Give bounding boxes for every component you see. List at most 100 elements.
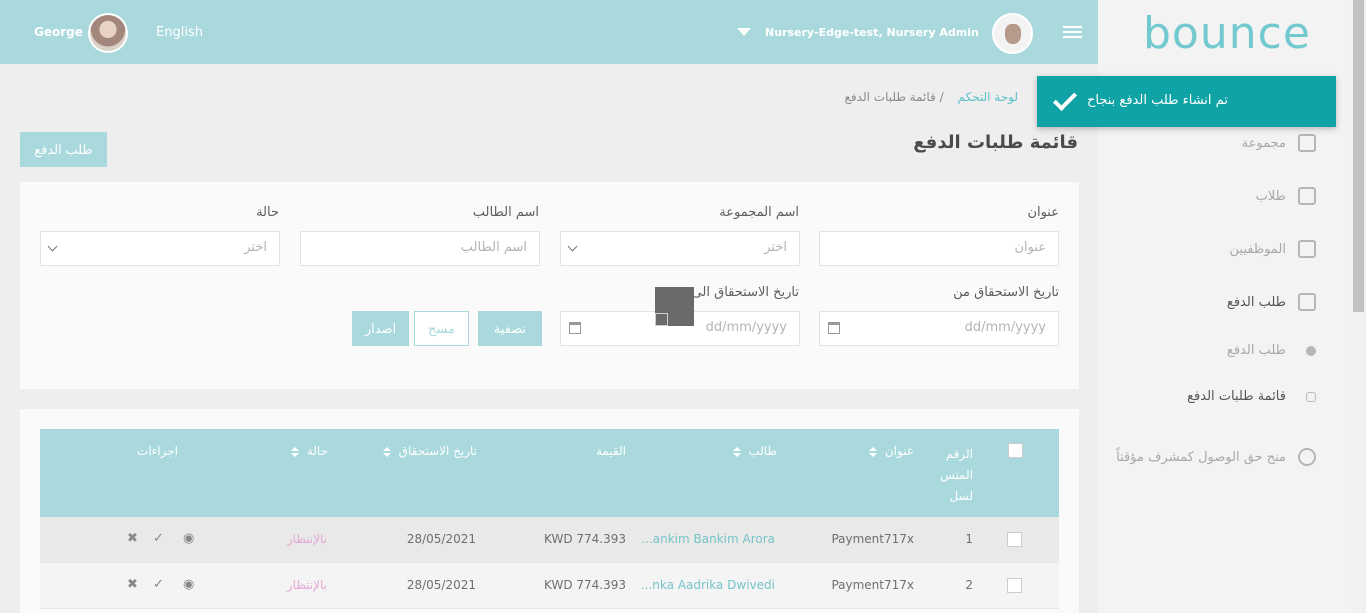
header-due-date-label: تاريخ الاستحقاق bbox=[398, 444, 477, 458]
clear-button[interactable]: مسح bbox=[414, 311, 469, 346]
due-from-placeholder: dd/mm/yyyy bbox=[964, 320, 1046, 335]
staff-icon bbox=[1298, 240, 1316, 258]
cell-status: بالإنتظار bbox=[286, 578, 327, 592]
sort-icon bbox=[382, 447, 391, 457]
header-student-label: طالب bbox=[748, 444, 777, 458]
chevron-down-icon bbox=[47, 241, 58, 252]
breadcrumb-separator: / bbox=[939, 90, 944, 104]
language-switch[interactable]: English bbox=[156, 25, 203, 40]
breadcrumb: لوحة التحكم / قائمة طلبات الدفع bbox=[845, 90, 1018, 104]
header-title[interactable]: عنوان bbox=[869, 444, 914, 458]
user-avatar[interactable] bbox=[88, 13, 128, 53]
approve-icon[interactable]: ✓ bbox=[153, 531, 164, 546]
sidebar-item-label: طلب الدفع bbox=[1226, 294, 1286, 310]
reject-icon[interactable]: ✖ bbox=[127, 531, 138, 546]
select-all-checkbox[interactable] bbox=[1008, 443, 1023, 458]
sort-icon bbox=[732, 447, 741, 457]
calendar-icon bbox=[569, 322, 581, 334]
sidebar-item-staff[interactable]: الموظفيين bbox=[1230, 240, 1316, 258]
user-name[interactable]: George bbox=[34, 25, 83, 39]
status-select-value: اختر bbox=[244, 240, 267, 255]
sidebar-item-label: مجموعة bbox=[1241, 135, 1286, 151]
table-row: 1 Payment717x ...ankim Bankim Arora KWD … bbox=[40, 517, 1059, 563]
header-title-label: عنوان bbox=[884, 444, 914, 458]
sidebar-item-groups[interactable]: مجموعة bbox=[1242, 134, 1316, 152]
success-toast: تم انشاء طلب الدفع بنجاح bbox=[1037, 76, 1336, 127]
header-student[interactable]: طالب bbox=[732, 444, 777, 458]
view-icon[interactable]: ◉ bbox=[183, 577, 194, 592]
cell-serial: 1 bbox=[965, 532, 973, 546]
cell-student-link[interactable]: ...ankim Bankim Arora bbox=[641, 532, 775, 546]
payment-requests-table: الرقم المتس لسل عنوان طالب القيمة تاريخ … bbox=[20, 409, 1079, 613]
group-select-value: اختر bbox=[764, 240, 787, 255]
top-header: George English Nursery-Edge-test, Nurser… bbox=[0, 0, 1098, 64]
header-due-date[interactable]: تاريخ الاستحقاق bbox=[382, 444, 477, 458]
cell-title: Payment717x bbox=[831, 578, 914, 592]
sidebar-subitem-payment-list[interactable]: قائمة طلبات الدفع bbox=[1187, 389, 1316, 404]
toast-message: تم انشاء طلب الدفع بنجاح bbox=[1087, 93, 1228, 108]
header-serial[interactable]: الرقم المتس لسل bbox=[940, 444, 973, 507]
cell-title: Payment717x bbox=[831, 532, 914, 546]
title-filter-input[interactable]: عنوان bbox=[819, 231, 1059, 266]
sidebar-item-payment-request[interactable]: طلب الدفع bbox=[1227, 293, 1316, 311]
status-filter-label: حالة bbox=[256, 205, 279, 220]
due-to-placeholder: dd/mm/yyyy bbox=[705, 320, 787, 335]
due-to-label: تاريخ الاستحقاق الى bbox=[691, 285, 799, 300]
cell-student-link[interactable]: ...nka Aadrika Dwivedi bbox=[641, 578, 775, 592]
cell-status: بالإنتظار bbox=[286, 532, 327, 546]
student-icon bbox=[1298, 187, 1316, 205]
header-actions: اجراءات bbox=[137, 444, 178, 458]
table-header: الرقم المتس لسل عنوان طالب القيمة تاريخ … bbox=[40, 429, 1059, 517]
sidebar-item-label: منح حق الوصول كمشرف مؤقتاً bbox=[1116, 449, 1286, 465]
hamburger-menu-icon[interactable] bbox=[1063, 26, 1082, 39]
nursery-selector[interactable]: Nursery-Edge-test, Nursery Admin bbox=[765, 26, 979, 39]
create-payment-request-button[interactable]: طلب الدفع bbox=[20, 132, 107, 167]
breadcrumb-home[interactable]: لوحة التحكم bbox=[958, 90, 1019, 104]
breadcrumb-current: قائمة طلبات الدفع bbox=[844, 90, 936, 104]
check-icon bbox=[1052, 86, 1078, 112]
table-row: 2 Payment717x ...nka Aadrika Dwivedi KWD… bbox=[40, 563, 1059, 609]
cell-serial: 2 bbox=[965, 578, 973, 592]
sidebar-subitem-create-payment[interactable]: طلب الدفع bbox=[1227, 343, 1316, 358]
chevron-down-icon[interactable] bbox=[737, 28, 751, 36]
bounce-logo[interactable]: bounce bbox=[1143, 8, 1311, 59]
cell-due-date: 28/05/2021 bbox=[406, 578, 476, 592]
student-filter-input[interactable]: اسم الطالب bbox=[300, 231, 540, 266]
status-select[interactable]: اختر bbox=[40, 231, 280, 266]
sidebar-item-label: طلاب bbox=[1255, 188, 1286, 204]
due-from-input[interactable]: dd/mm/yyyy bbox=[819, 311, 1059, 346]
filter-button[interactable]: تصفية bbox=[478, 311, 542, 346]
sidebar-item-students[interactable]: طلاب bbox=[1256, 187, 1316, 205]
loading-overlay-inner bbox=[655, 313, 668, 326]
view-icon[interactable]: ◉ bbox=[183, 531, 194, 546]
header-amount: القيمة bbox=[595, 444, 626, 458]
nursery-avatar bbox=[992, 13, 1033, 54]
main-content: لوحة التحكم / قائمة طلبات الدفع قائمة طل… bbox=[0, 64, 1098, 613]
row-checkbox[interactable] bbox=[1007, 532, 1022, 547]
due-from-label: تاريخ الاستحقاق من bbox=[953, 285, 1059, 300]
header-status-label: حالة bbox=[306, 444, 328, 458]
group-select[interactable]: اختر bbox=[560, 231, 800, 266]
export-button[interactable]: اصدار bbox=[352, 311, 409, 346]
student-filter-label: اسم الطالب bbox=[472, 205, 539, 220]
header-status[interactable]: حالة bbox=[291, 444, 328, 458]
group-filter-label: اسم المجموعة bbox=[719, 205, 799, 220]
sidebar-item-temp-admin-access[interactable]: منح حق الوصول كمشرف مؤقتاً bbox=[1116, 448, 1316, 466]
sort-icon bbox=[869, 447, 878, 457]
sidebar-item-label: الموظفيين bbox=[1229, 241, 1286, 257]
list-square-icon bbox=[1306, 391, 1316, 402]
cell-amount: KWD 774.393 bbox=[544, 578, 626, 592]
cell-amount: KWD 774.393 bbox=[544, 532, 626, 546]
approve-icon[interactable]: ✓ bbox=[153, 577, 164, 592]
money-icon bbox=[1298, 293, 1316, 311]
chevron-down-icon bbox=[567, 241, 578, 252]
sort-icon bbox=[291, 447, 299, 457]
add-circle-icon bbox=[1306, 345, 1316, 356]
sidebar-item-label: طلب الدفع bbox=[1226, 343, 1286, 358]
scrollbar-thumb[interactable] bbox=[1353, 0, 1364, 312]
row-checkbox[interactable] bbox=[1007, 578, 1022, 593]
page-title: قائمة طلبات الدفع bbox=[913, 132, 1078, 153]
reject-icon[interactable]: ✖ bbox=[127, 577, 138, 592]
group-icon bbox=[1298, 134, 1316, 152]
filter-panel: عنوان عنوان اسم المجموعة اختر اسم الطالب… bbox=[20, 182, 1079, 389]
